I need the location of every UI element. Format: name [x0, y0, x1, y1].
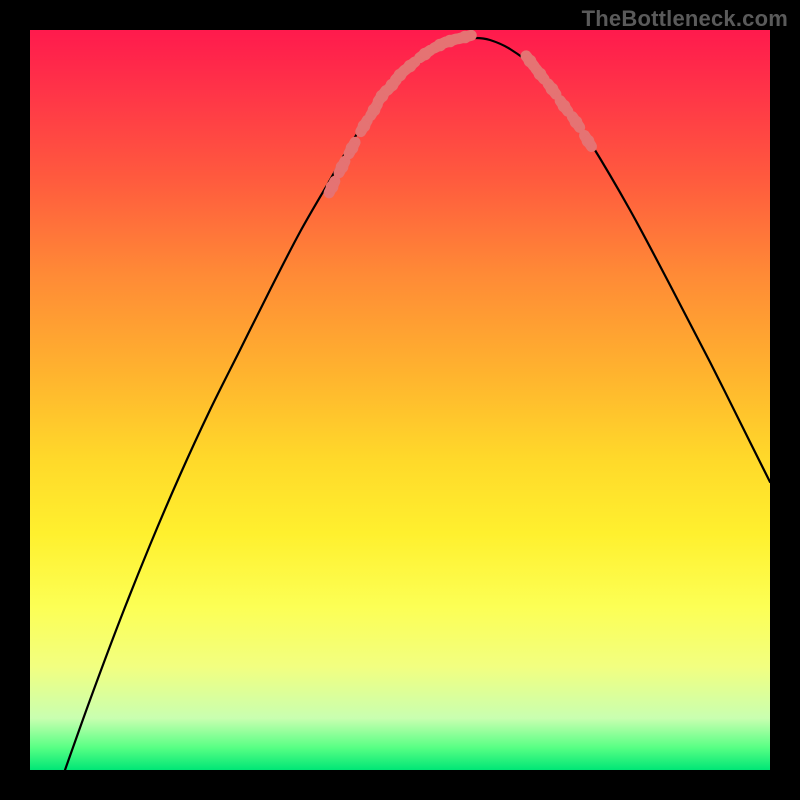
- marker-dot: [419, 48, 431, 60]
- chart-svg: [30, 30, 770, 770]
- right-cluster-markers: [524, 55, 594, 147]
- marker-dot: [346, 142, 358, 154]
- marker-dot: [326, 181, 338, 193]
- marker-dot: [336, 161, 348, 173]
- marker-dot: [558, 100, 570, 112]
- marker-dot: [358, 120, 370, 132]
- marker-dot: [570, 116, 582, 128]
- left-cluster-markers: [326, 31, 471, 193]
- marker-dot: [459, 31, 471, 43]
- marker-dot: [404, 60, 416, 72]
- marker-dot: [582, 135, 594, 147]
- marker-dot: [546, 83, 558, 95]
- chart-plot-area: [30, 30, 770, 770]
- watermark-text: TheBottleneck.com: [582, 6, 788, 32]
- bottleneck-curve: [65, 38, 770, 770]
- marker-dot: [534, 68, 546, 80]
